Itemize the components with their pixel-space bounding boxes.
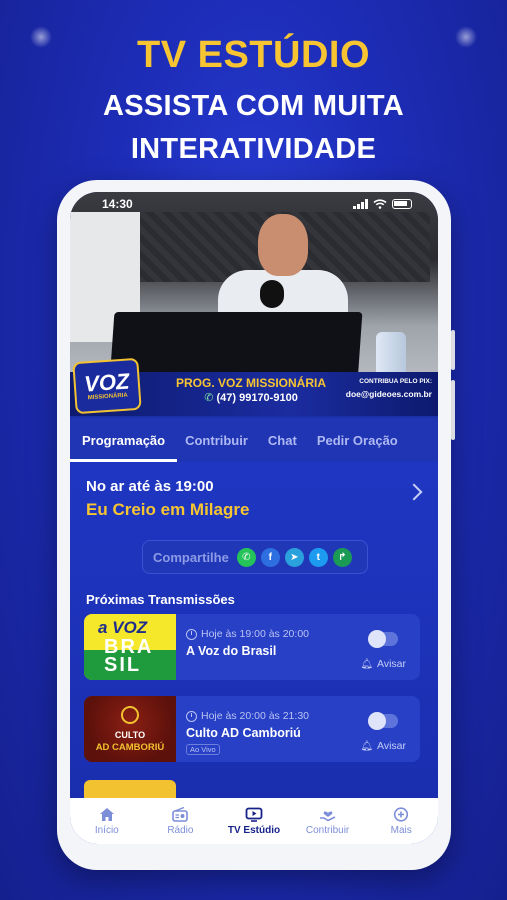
tv-icon [245, 807, 263, 822]
upcoming-title: Próximas Transmissões [86, 592, 235, 607]
plus-circle-icon [394, 806, 409, 822]
wifi-icon [373, 199, 387, 209]
program-thumbnail: CULTO AD CAMBORIÚ [84, 696, 176, 762]
hero-title: TV ESTÚDIO [136, 34, 371, 76]
on-air-text: No ar até às 19:00 [86, 478, 214, 495]
program-time-text: Hoje às 19:00 às 20:00 [201, 628, 309, 640]
program-name: A Voz do Brasil [186, 644, 277, 658]
status-time: 14:30 [102, 197, 133, 211]
share-bar: Compartilhe ✆ f ➤ t ↱ [142, 540, 368, 574]
clock-icon [186, 628, 197, 640]
bell-icon: 🔔︎ [360, 740, 374, 752]
crest-icon [121, 706, 139, 724]
nav-tv-estudio[interactable]: TV Estúdio [224, 807, 284, 836]
program-thumbnail: a VOZ BRA SIL [84, 614, 176, 680]
current-program-name[interactable]: Eu Creio em Milagre [86, 500, 249, 520]
share-label: Compartilhe [153, 549, 229, 565]
tab-contribuir[interactable]: Contribuir [185, 419, 248, 462]
bottom-nav: Início Rádio TV Estúdio Contribuir Mais [70, 798, 438, 844]
presenter-head [258, 214, 308, 276]
battery-icon [392, 199, 412, 209]
hero-subtitle-line-1: ASSISTA COM MUITA [103, 90, 404, 122]
live-video-player[interactable]: VOZ MISSIONÁRIA PROG. VOZ MISSIONÁRIA ✆ … [70, 192, 438, 416]
nav-label: TV Estúdio [227, 824, 281, 836]
facebook-icon[interactable]: f [260, 547, 280, 567]
overlay-pix-label: CONTRIBUA PELO PIX: [359, 378, 432, 385]
live-badge: Ao Vivo [186, 744, 220, 755]
home-icon [99, 807, 114, 821]
whatsapp-icon[interactable]: ✆ [236, 547, 256, 567]
program-name: Culto AD Camboriú [186, 726, 301, 740]
nav-label: Rádio [167, 824, 194, 836]
status-bar: 14:30 [70, 192, 438, 216]
thumbnail-text: AD CAMBORIÚ [95, 742, 165, 753]
notify-text: Avisar [377, 658, 406, 670]
program-time: Hoje às 20:00 às 21:30 [186, 710, 309, 722]
logo-text: VOZ [83, 368, 131, 397]
bell-icon: 🔔︎ [360, 658, 374, 670]
upcoming-card[interactable]: a VOZ BRA SIL Hoje às 19:00 às 20:00 A V… [84, 614, 420, 680]
overlay-phone: ✆ (47) 99170-9100 [166, 391, 336, 404]
clock-icon [186, 710, 197, 722]
notify-label[interactable]: 🔔︎ Avisar [360, 658, 406, 670]
voz-missionaria-logo: VOZ MISSIONÁRIA [72, 357, 142, 415]
notify-text: Avisar [377, 740, 406, 752]
donate-icon [319, 811, 335, 821]
programacao-content: No ar até às 19:00 Eu Creio em Milagre C… [70, 462, 438, 798]
forward-icon[interactable]: ↱ [332, 547, 352, 567]
nav-mais[interactable]: Mais [371, 806, 431, 836]
thumbnail-text: a VOZ [98, 618, 148, 637]
tab-programacao[interactable]: Programação [70, 419, 178, 462]
thumbnail-text: CULTO [114, 730, 146, 740]
phone-frame: VOZ MISSIONÁRIA PROG. VOZ MISSIONÁRIA ✆ … [57, 180, 455, 870]
program-time-text: Hoje às 20:00 às 21:30 [201, 710, 309, 722]
overlay-phone-number: (47) 99170-9100 [216, 392, 298, 404]
notify-toggle[interactable] [368, 630, 398, 648]
video-lower-third: VOZ MISSIONÁRIA PROG. VOZ MISSIONÁRIA ✆ … [70, 357, 438, 416]
twitter-icon[interactable]: t [308, 547, 328, 567]
overlay-program-title: PROG. VOZ MISSIONÁRIA [175, 376, 326, 390]
nav-label: Início [94, 824, 119, 836]
tab-chat[interactable]: Chat [268, 419, 297, 462]
nav-radio[interactable]: Rádio [150, 806, 210, 836]
radio-icon [172, 806, 189, 822]
program-thumbnail-partial [84, 780, 176, 798]
signal-icon [353, 199, 368, 209]
notify-toggle[interactable] [368, 712, 398, 730]
microphone [260, 280, 284, 308]
whatsapp-icon: ✆ [204, 392, 214, 404]
phone-side-button [451, 380, 455, 440]
thumbnail-text: BRA SIL [104, 636, 153, 676]
nav-label: Mais [390, 824, 412, 836]
tab-bar: Programação Contribuir Chat Pedir Oração [70, 418, 438, 462]
nav-contribuir[interactable]: Contribuir [298, 807, 358, 836]
overlay-pix-email: doe@gideoes.com.br [345, 389, 432, 399]
app-screen: VOZ MISSIONÁRIA PROG. VOZ MISSIONÁRIA ✆ … [70, 192, 438, 844]
notify-label[interactable]: 🔔︎ Avisar [360, 740, 406, 752]
program-time: Hoje às 19:00 às 20:00 [186, 628, 309, 640]
logo-subtext: MISSIONÁRIA [87, 392, 128, 402]
hero-subtitle-line-2: INTERATIVIDADE [130, 133, 377, 165]
nav-inicio[interactable]: Início [77, 807, 137, 836]
phone-side-button [451, 330, 455, 370]
tab-pedir-oracao[interactable]: Pedir Oração [317, 419, 398, 462]
telegram-icon[interactable]: ➤ [284, 547, 304, 567]
chevron-right-icon[interactable] [405, 483, 423, 501]
nav-label: Contribuir [305, 824, 350, 836]
upcoming-card[interactable]: CULTO AD CAMBORIÚ Hoje às 20:00 às 21:30… [84, 696, 420, 762]
